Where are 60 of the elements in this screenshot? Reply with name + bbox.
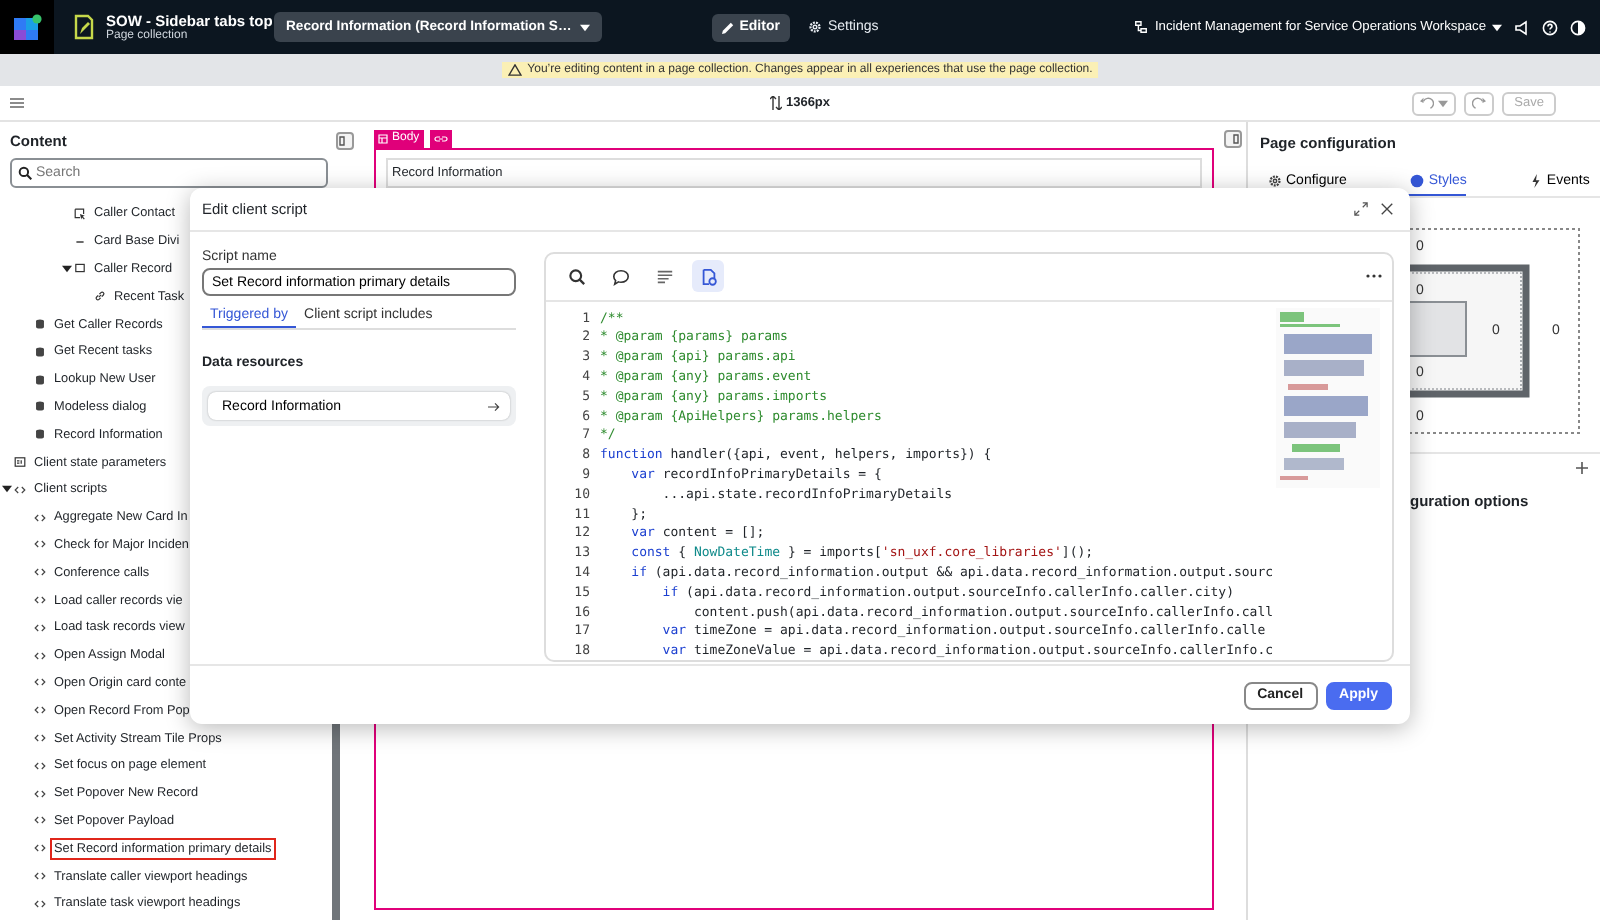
code-icon — [34, 787, 46, 800]
document-gear-icon[interactable] — [692, 260, 724, 293]
document-pencil-icon — [72, 14, 96, 40]
palette-icon — [1410, 174, 1425, 188]
code-icon — [34, 897, 46, 910]
code-icon — [14, 483, 26, 496]
code-icon — [34, 676, 46, 689]
caret-icon — [1438, 99, 1449, 107]
gear-icon — [1268, 174, 1282, 188]
arrow-right-icon — [488, 401, 500, 411]
logo-icon[interactable] — [13, 13, 41, 41]
plus-icon[interactable] — [1576, 462, 1588, 474]
database-icon — [34, 373, 46, 386]
undo-icon — [1420, 96, 1435, 110]
code-icon — [34, 649, 46, 662]
link-icon — [94, 290, 106, 303]
search-icon — [18, 166, 32, 180]
contrast-icon[interactable] — [1570, 19, 1586, 35]
redo-icon — [1472, 96, 1487, 110]
layout-icon — [378, 133, 388, 143]
caret-icon[interactable] — [2, 484, 12, 495]
code-icon — [34, 870, 46, 883]
megaphone-icon[interactable] — [1514, 19, 1530, 35]
expand-icon[interactable] — [1354, 202, 1368, 216]
code-icon — [34, 621, 46, 634]
pencil-icon — [721, 21, 734, 33]
resize-icon — [769, 96, 782, 110]
caret-icon[interactable] — [62, 263, 72, 274]
undo-button[interactable] — [1412, 91, 1457, 115]
cursor-box-icon — [74, 207, 86, 220]
code-icon — [34, 511, 46, 524]
help-icon[interactable] — [1542, 19, 1558, 35]
redo-button[interactable] — [1464, 91, 1495, 115]
gear-icon — [807, 20, 822, 34]
code-icon — [34, 814, 46, 827]
code-icon — [34, 566, 46, 579]
database-icon — [34, 400, 46, 413]
more-icon[interactable] — [1366, 274, 1382, 279]
code-icon — [34, 732, 46, 745]
panel-collapse-icon[interactable] — [336, 131, 354, 149]
close-icon[interactable] — [1380, 202, 1394, 216]
link-icon[interactable] — [433, 133, 448, 143]
square-icon — [74, 262, 86, 275]
parameters-icon — [14, 456, 26, 469]
database-icon — [34, 318, 46, 331]
code-icon — [34, 759, 46, 772]
hierarchy-icon — [1134, 20, 1149, 34]
caret-icon — [1492, 23, 1502, 31]
warning-icon — [507, 64, 522, 76]
divider-icon — [74, 235, 86, 248]
code-icon — [34, 842, 46, 855]
database-icon — [34, 345, 46, 358]
code-icon — [34, 538, 46, 551]
caret-icon — [579, 23, 590, 31]
code-icon — [34, 704, 46, 717]
code-icon — [34, 594, 46, 607]
database-icon — [34, 428, 46, 441]
panel-collapse-icon[interactable] — [1224, 129, 1242, 147]
menu-icon[interactable] — [10, 98, 24, 108]
lightning-icon — [1530, 174, 1543, 188]
